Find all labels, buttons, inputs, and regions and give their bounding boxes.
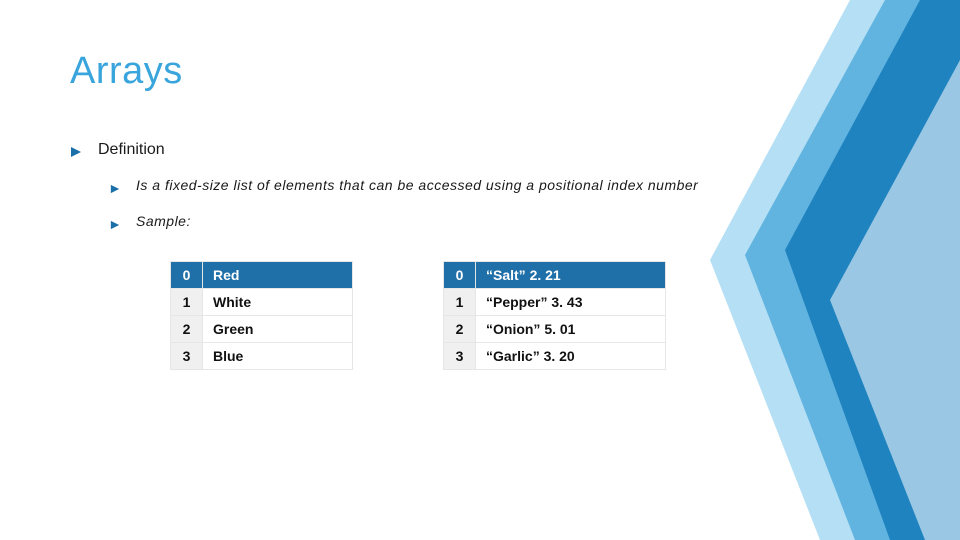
bullet-icon bbox=[110, 217, 120, 235]
cell-index: 0 bbox=[171, 262, 203, 289]
table-row: 1 White bbox=[171, 289, 353, 316]
cell-index: 3 bbox=[444, 343, 476, 370]
cell-value: White bbox=[203, 289, 353, 316]
cell-value: Green bbox=[203, 316, 353, 343]
cell-index: 2 bbox=[171, 316, 203, 343]
table-row: 1 “Pepper” 3. 43 bbox=[444, 289, 666, 316]
bullet-icon bbox=[110, 181, 120, 199]
cell-value: “Onion” 5. 01 bbox=[476, 316, 666, 343]
cell-value: Blue bbox=[203, 343, 353, 370]
bullet-definition-body: Is a fixed-size list of elements that ca… bbox=[110, 177, 890, 199]
bullet-definition-text: Is a fixed-size list of elements that ca… bbox=[136, 177, 698, 193]
bullet-definition: Definition bbox=[70, 141, 890, 163]
tables-row: 0 Red 1 White 2 Green 3 Blue 0 bbox=[170, 261, 890, 370]
bullet-icon bbox=[70, 145, 82, 163]
bullet-sample-label: Sample: bbox=[136, 213, 191, 229]
table-row: 2 “Onion” 5. 01 bbox=[444, 316, 666, 343]
cell-index: 2 bbox=[444, 316, 476, 343]
table-row: 2 Green bbox=[171, 316, 353, 343]
cell-index: 3 bbox=[171, 343, 203, 370]
slide-title: Arrays bbox=[70, 50, 890, 93]
cell-value: “Salt” 2. 21 bbox=[476, 262, 666, 289]
cell-value: “Pepper” 3. 43 bbox=[476, 289, 666, 316]
cell-value: Red bbox=[203, 262, 353, 289]
table-row: 3 “Garlic” 3. 20 bbox=[444, 343, 666, 370]
slide: Arrays Definition Is a fixed-size list o… bbox=[0, 0, 960, 540]
cell-index: 1 bbox=[444, 289, 476, 316]
cell-index: 1 bbox=[171, 289, 203, 316]
content-area: Arrays Definition Is a fixed-size list o… bbox=[0, 0, 960, 370]
items-table: 0 “Salt” 2. 21 1 “Pepper” 3. 43 2 “Onion… bbox=[443, 261, 666, 370]
cell-index: 0 bbox=[444, 262, 476, 289]
bullet-definition-label: Definition bbox=[98, 141, 165, 159]
cell-value: “Garlic” 3. 20 bbox=[476, 343, 666, 370]
table-row: 0 “Salt” 2. 21 bbox=[444, 262, 666, 289]
table-row: 3 Blue bbox=[171, 343, 353, 370]
bullet-sample: Sample: bbox=[110, 213, 890, 235]
colors-table: 0 Red 1 White 2 Green 3 Blue bbox=[170, 261, 353, 370]
table-row: 0 Red bbox=[171, 262, 353, 289]
